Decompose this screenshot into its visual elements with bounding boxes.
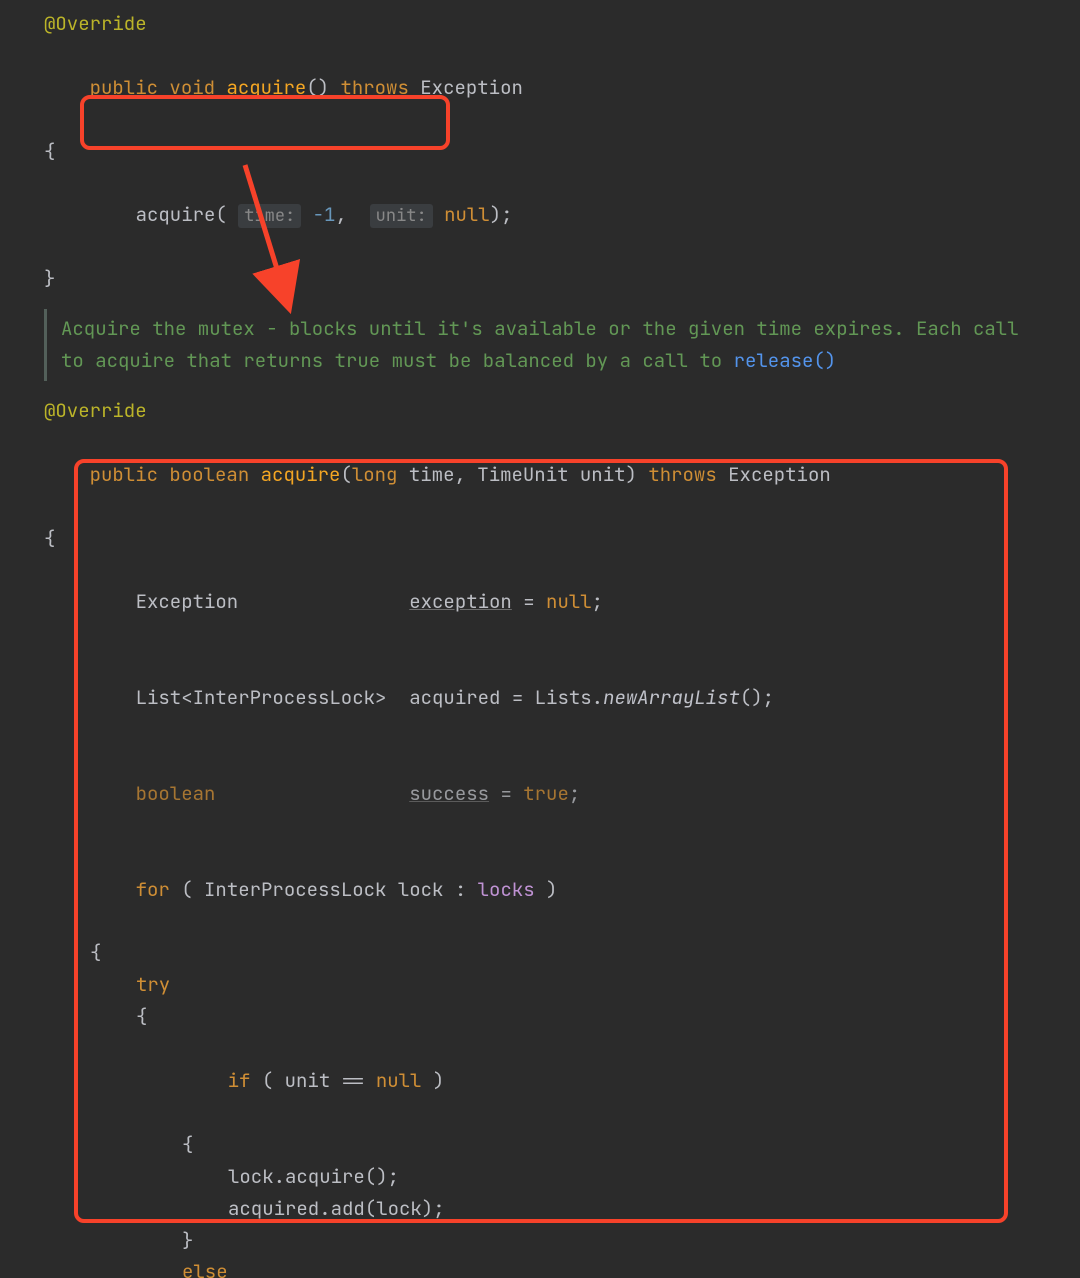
- literal-null: null: [444, 202, 490, 227]
- brace-open-if: {: [0, 1129, 1080, 1161]
- brace-open-for: {: [0, 937, 1080, 969]
- keyword-void: void: [169, 75, 215, 100]
- if-open: (: [250, 1068, 284, 1093]
- brace-open-2: {: [0, 523, 1080, 555]
- eq-3: =: [489, 781, 523, 806]
- for-colon: :: [443, 877, 477, 902]
- param-unit: unit: [580, 462, 626, 487]
- paren-close-2: ): [626, 462, 637, 487]
- javadoc-link-release[interactable]: release(): [734, 348, 837, 373]
- eq: =: [512, 589, 546, 614]
- method-newarraylist: newArrayList: [603, 685, 740, 710]
- code-editor[interactable]: @Override public void acquire() throws E…: [0, 0, 1080, 1278]
- paren-close: );: [490, 202, 513, 227]
- keyword-throws-2: throws: [648, 462, 716, 487]
- javadoc-text: Acquire the mutex - blocks until it's av…: [61, 316, 1019, 373]
- keyword-throws: throws: [340, 75, 408, 100]
- eq-2: =: [500, 685, 534, 710]
- brace-close-if: }: [0, 1225, 1080, 1257]
- field-locks: locks: [478, 877, 535, 902]
- class-lists: Lists: [535, 685, 592, 710]
- var-acquired: acquired: [409, 685, 500, 710]
- brace-open: {: [0, 136, 1080, 168]
- paren-open-2: (: [340, 462, 351, 487]
- decl-boolean-type: boolean: [136, 781, 216, 806]
- type-exception-2: Exception: [728, 462, 831, 487]
- type-interprocesslock: InterProcessLock: [204, 877, 386, 902]
- dot: .: [592, 685, 603, 710]
- literal-null-3: null: [376, 1068, 422, 1093]
- stmt-acquired-add: acquired.add(lock);: [0, 1193, 1080, 1225]
- stmt-lock-acquire: lock.acquire();: [0, 1161, 1080, 1193]
- keyword-for: for: [136, 877, 170, 902]
- call-close: ();: [740, 685, 774, 710]
- literal-minus-one: -1: [313, 202, 336, 227]
- call-acquire: acquire: [136, 202, 216, 227]
- annotation-override: @Override: [44, 11, 147, 36]
- brace-open-try: {: [0, 1001, 1080, 1033]
- type-exception: Exception: [420, 75, 523, 100]
- var-lock: lock: [398, 877, 444, 902]
- type-long: long: [352, 462, 398, 487]
- decl-exception-type: Exception: [136, 589, 239, 614]
- keyword-try: try: [136, 972, 170, 997]
- var-success: success: [409, 781, 489, 806]
- type-timeunit: TimeUnit: [477, 462, 568, 487]
- for-close: ): [535, 877, 558, 902]
- param-hint-time: time:: [238, 204, 301, 228]
- comma-2: ,: [454, 462, 465, 487]
- param-hint-unit: unit:: [370, 204, 433, 228]
- param-time: time: [409, 462, 455, 487]
- keyword-public-2: public: [90, 462, 158, 487]
- brace-close: }: [0, 263, 1080, 295]
- decl-list-type: List<InterProcessLock>: [136, 685, 387, 710]
- method-name-acquire: acquire: [226, 75, 306, 100]
- keyword-else: else: [182, 1259, 228, 1278]
- keyword-public: public: [90, 75, 158, 100]
- if-close: ): [421, 1068, 444, 1093]
- paren-open: (: [215, 202, 226, 227]
- comma: ,: [335, 202, 346, 227]
- var-exception: exception: [409, 589, 512, 614]
- javadoc-block: Acquire the mutex - blocks until it's av…: [44, 309, 1051, 381]
- keyword-if: if: [228, 1068, 251, 1093]
- op-eq: ==: [330, 1068, 376, 1093]
- literal-true: true: [523, 781, 569, 806]
- keyword-boolean: boolean: [169, 462, 249, 487]
- var-unit: unit: [285, 1068, 331, 1093]
- for-open: (: [170, 877, 204, 902]
- semicolon-2: ;: [569, 781, 580, 806]
- semicolon: ;: [592, 589, 603, 614]
- annotation-override-2: @Override: [44, 398, 147, 423]
- method-name-acquire-2: acquire: [261, 462, 341, 487]
- literal-null-2: null: [546, 589, 592, 614]
